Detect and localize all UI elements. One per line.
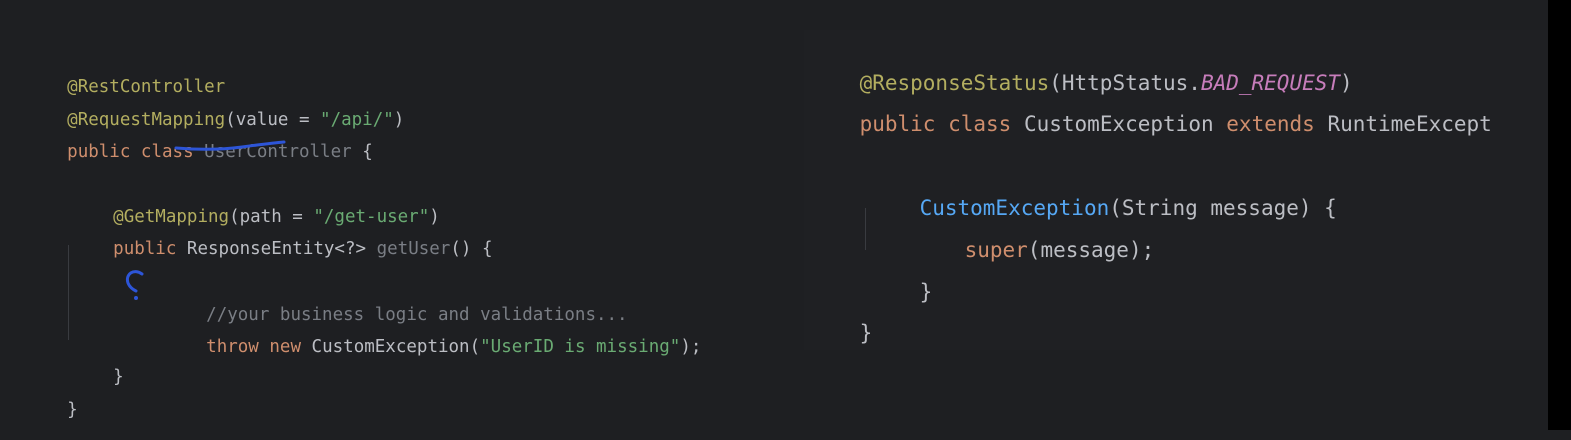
pen-underline-annotation xyxy=(174,140,286,151)
indent-guide xyxy=(865,208,866,250)
constructor-brace-close: } xyxy=(919,280,933,304)
keyword-class: class xyxy=(948,112,1012,136)
exception-message: "UserID is missing" xyxy=(480,337,681,357)
keyword-new: new xyxy=(269,337,301,357)
window-edge xyxy=(1548,0,1571,430)
class-brace-close: } xyxy=(67,400,78,420)
return-type: ResponseEntity<?> xyxy=(186,239,367,259)
keyword-public: public xyxy=(113,239,177,259)
exception-constructor: CustomException( xyxy=(311,337,481,357)
code-line-7: } xyxy=(809,297,873,369)
keyword-super: super xyxy=(964,238,1028,262)
code-line-11: } xyxy=(25,380,78,440)
keyword-public: public xyxy=(859,112,936,136)
super-args: (message); xyxy=(1027,238,1155,262)
keyword-public: public xyxy=(67,142,131,162)
code-line-10: } xyxy=(71,347,124,407)
pen-cursor-mark xyxy=(125,270,144,300)
custom-exception-class-name: CustomException xyxy=(1023,112,1214,136)
class-brace-close: } xyxy=(859,321,873,345)
statement-end: ); xyxy=(680,337,702,357)
keyword-throw: throw xyxy=(206,337,259,357)
code-line-5: super(message); xyxy=(914,214,1155,286)
keyword-extends: extends xyxy=(1226,112,1315,136)
method-brace-close: } xyxy=(113,367,124,387)
brace-open: { xyxy=(362,142,373,162)
right-code-panel: @ResponseStatus(HttpStatus.BAD_REQUEST) … xyxy=(804,30,1548,350)
code-line-9: throw new CustomException("UserID is mis… xyxy=(164,317,701,377)
indent-guide xyxy=(68,245,69,340)
get-user-method-name: getUser xyxy=(376,239,451,259)
parent-class-name: RuntimeExcept xyxy=(1327,112,1492,136)
code-line-6: } xyxy=(869,256,933,328)
left-code-panel: @RestController @RequestMapping(value = … xyxy=(0,0,800,430)
code-line-2: public class CustomException extends Run… xyxy=(809,88,1492,160)
method-signature-tail: () { xyxy=(450,239,493,259)
paren-close: ) xyxy=(393,110,405,130)
